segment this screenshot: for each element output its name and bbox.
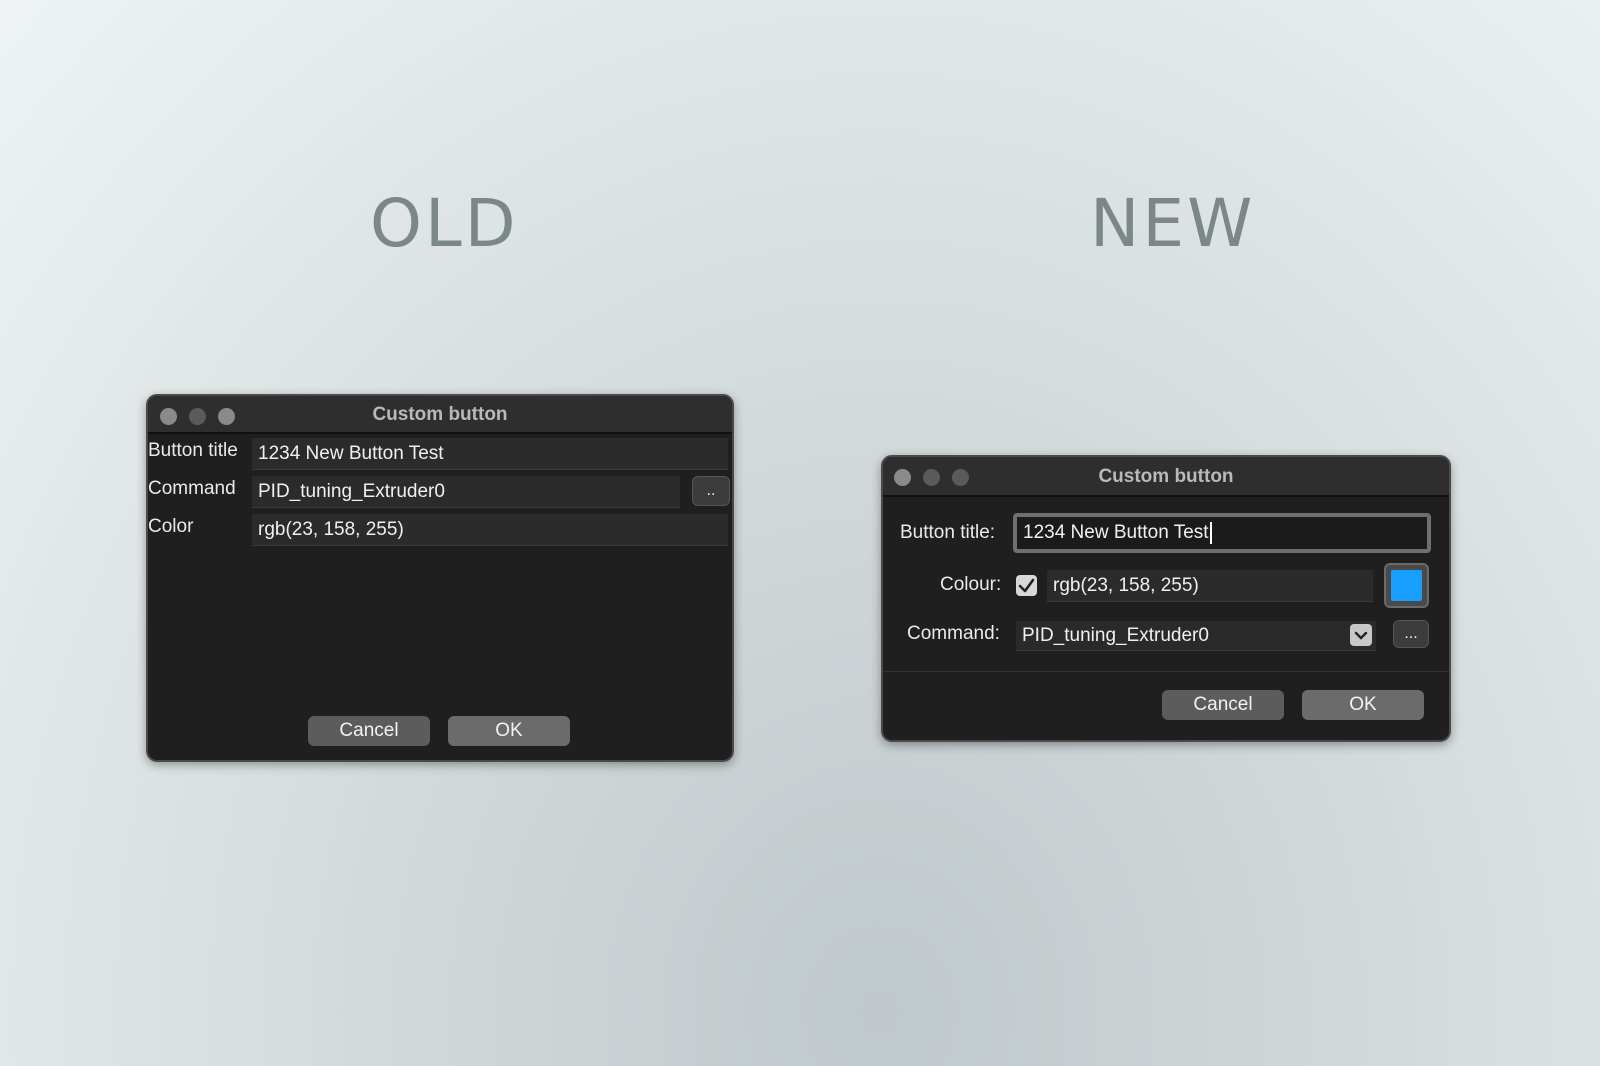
old-heading: OLD — [370, 185, 519, 262]
new-browse-button[interactable]: ... — [1393, 620, 1429, 648]
new-button-title-input[interactable]: 1234 New Button Test — [1013, 513, 1431, 553]
old-browse-button[interactable]: .. — [692, 476, 730, 506]
new-colour-checkbox[interactable] — [1016, 575, 1037, 596]
new-heading: NEW — [1090, 185, 1256, 262]
new-colour-input[interactable]: rgb(23, 158, 255) — [1047, 570, 1373, 602]
new-colour-swatch-button[interactable] — [1384, 563, 1429, 608]
old-color-label: Color — [148, 516, 194, 537]
old-dialog-window: Custom button Button title 1234 New Butt… — [146, 394, 734, 762]
old-button-title-input[interactable]: 1234 New Button Test — [252, 438, 728, 470]
colour-swatch — [1391, 570, 1422, 601]
old-cancel-button[interactable]: Cancel — [308, 716, 430, 746]
chevron-down-icon[interactable] — [1350, 624, 1372, 646]
check-mark-icon — [1018, 578, 1035, 593]
old-dialog-titlebar[interactable]: Custom button — [148, 396, 732, 434]
old-command-label: Command — [148, 478, 236, 499]
new-command-value: PID_tuning_Extruder0 — [1022, 624, 1209, 646]
new-button-title-value: 1234 New Button Test — [1023, 522, 1209, 543]
old-button-title-value: 1234 New Button Test — [258, 442, 444, 464]
new-button-title-label: Button title: — [900, 522, 996, 543]
old-ok-button[interactable]: OK — [448, 716, 570, 746]
new-colour-value: rgb(23, 158, 255) — [1053, 574, 1199, 596]
old-color-input[interactable]: rgb(23, 158, 255) — [252, 514, 728, 546]
old-command-input[interactable]: PID_tuning_Extruder0 — [252, 476, 680, 508]
new-dialog-titlebar[interactable]: Custom button — [883, 457, 1449, 497]
old-command-value: PID_tuning_Extruder0 — [258, 480, 445, 502]
old-color-value: rgb(23, 158, 255) — [258, 518, 404, 540]
old-dialog-title: Custom button — [372, 404, 508, 425]
new-cancel-button[interactable]: Cancel — [1162, 690, 1284, 720]
old-button-title-label: Button title — [148, 440, 238, 461]
text-cursor — [1209, 522, 1212, 544]
new-command-label: Command: — [907, 623, 1000, 644]
new-dialog-window: Custom button Button title: 1234 New But… — [881, 455, 1451, 742]
footer-divider — [883, 671, 1449, 672]
new-ok-button[interactable]: OK — [1302, 690, 1424, 720]
new-colour-label: Colour: — [940, 574, 1002, 595]
new-dialog-title: Custom button — [1098, 466, 1234, 487]
new-command-dropdown[interactable]: PID_tuning_Extruder0 — [1016, 621, 1376, 651]
